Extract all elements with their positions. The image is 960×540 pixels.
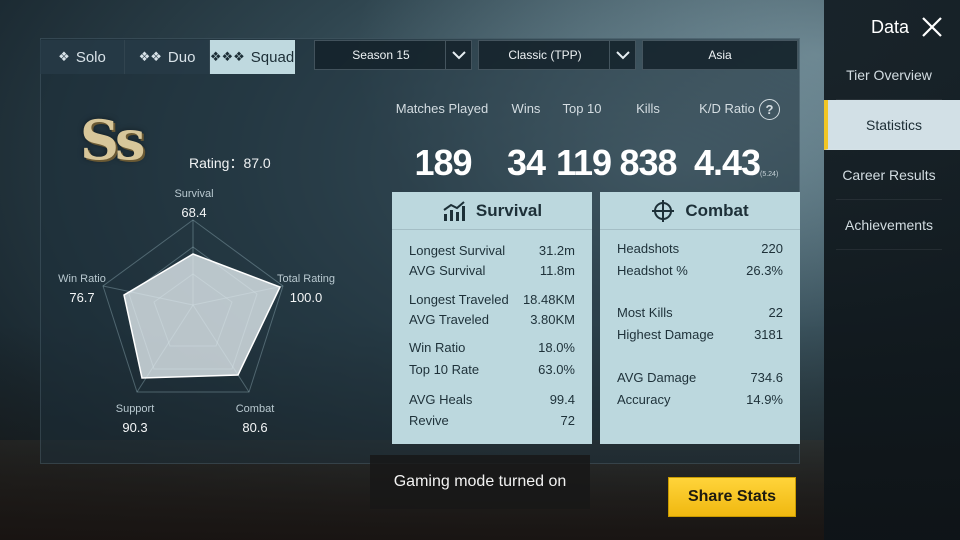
region-value: Asia xyxy=(708,48,732,62)
share-stats-button[interactable]: Share Stats xyxy=(668,477,796,517)
radar-chart: Survival 68.4 Total Rating 100.0 Combat … xyxy=(40,180,380,450)
radar-graphic xyxy=(102,219,284,393)
crosshair-icon xyxy=(652,199,675,222)
header-top10: Top 10 xyxy=(562,101,602,116)
combat-card: Combat Headshots 220 Headshot % 26.3% Most… xyxy=(600,192,800,444)
radar-label-total-rating: Total Rating xyxy=(276,273,336,285)
radar-value-combat: 80.6 xyxy=(242,420,268,435)
stat-row: Win Ratio 18.0% xyxy=(409,339,575,355)
stat-row: AVG Traveled 3.80KM xyxy=(409,311,575,327)
toast-message: Gaming mode turned on xyxy=(370,455,590,509)
region-dropdown[interactable]: Asia xyxy=(642,40,798,70)
mode-tabs: ❖ Solo ❖❖ Duo ❖❖❖ Squad xyxy=(40,40,295,74)
sidebar-item-tier-overview[interactable]: Tier Overview xyxy=(836,50,942,100)
stat-row: Longest Survival 31.2m xyxy=(409,242,575,258)
rating-text: Rating：87.0 xyxy=(189,155,271,171)
radar-shape xyxy=(123,253,282,379)
stat-row: Accuracy 14.9% xyxy=(617,391,783,407)
value-top10: 119 xyxy=(556,142,612,183)
sidebar-item-achievements[interactable]: Achievements xyxy=(836,200,942,250)
header-matches-played: Matches Played xyxy=(395,101,489,116)
value-matches-played: 189 xyxy=(414,142,472,183)
combat-title-text: Combat xyxy=(685,200,749,220)
sidebar-item-career-results[interactable]: Career Results xyxy=(836,150,942,200)
stat-row: Revive 72 xyxy=(409,412,575,428)
kd-sub-value: (5.24) xyxy=(760,171,779,178)
value-wins: 34 xyxy=(506,142,546,183)
squad-icon: ❖❖❖ xyxy=(209,49,245,64)
combat-card-title: Combat xyxy=(600,192,800,230)
radar-label-win-ratio: Win Ratio xyxy=(58,273,106,285)
tab-label: Squad xyxy=(250,48,295,66)
duo-icon: ❖❖ xyxy=(138,49,162,64)
sidebar-title: Data xyxy=(871,17,910,37)
tier-badge: Ss xyxy=(80,108,145,172)
tab-label: Duo xyxy=(167,48,196,66)
survival-card: Survival Longest Survival 31.2m AVG Survi… xyxy=(392,192,592,444)
stat-row: AVG Heals 99.4 xyxy=(409,391,575,407)
header-kills: Kills xyxy=(636,101,660,116)
chevron-down-icon xyxy=(445,41,471,69)
radar-label-survival: Survival xyxy=(174,188,214,200)
survival-title-text: Survival xyxy=(475,200,543,220)
tab-squad[interactable]: ❖❖❖ Squad xyxy=(210,40,295,74)
header-wins: Wins xyxy=(511,101,541,116)
stat-row: Highest Damage 3181 xyxy=(617,326,783,342)
radar-value-win-ratio: 76.7 xyxy=(69,290,95,305)
stat-row: Headshots 220 xyxy=(617,240,783,256)
value-kd-ratio: 4.43 xyxy=(693,142,761,183)
tab-duo[interactable]: ❖❖ Duo xyxy=(125,40,210,74)
tab-solo[interactable]: ❖ Solo xyxy=(40,40,125,74)
stat-row: Longest Traveled 18.48KM xyxy=(409,291,575,307)
help-icon[interactable]: ? xyxy=(759,99,780,120)
header-kd-ratio: K/D Ratio xyxy=(699,101,755,116)
chart-icon xyxy=(443,200,465,221)
radar-label-combat: Combat xyxy=(235,403,275,415)
radar-label-support: Support xyxy=(115,403,155,415)
season-dropdown[interactable]: Season 15 xyxy=(314,40,472,70)
radar-value-support: 90.3 xyxy=(122,420,148,435)
mode-value: Classic (TPP) xyxy=(508,48,582,62)
solo-icon: ❖ xyxy=(58,49,70,64)
value-kills: 838 xyxy=(619,142,677,183)
season-value: Season 15 xyxy=(352,48,410,62)
stat-row: AVG Damage 734.6 xyxy=(617,369,783,385)
mode-dropdown[interactable]: Classic (TPP) xyxy=(478,40,636,70)
stat-row: AVG Survival 11.8m xyxy=(409,262,575,278)
stat-row: Top 10 Rate 63.0% xyxy=(409,361,575,377)
survival-card-title: Survival xyxy=(392,192,592,230)
stat-row: Headshot % 26.3% xyxy=(617,262,783,278)
tab-label: Solo xyxy=(75,48,106,66)
stat-row: Most Kills 22 xyxy=(617,304,783,320)
chevron-down-icon xyxy=(609,41,635,69)
radar-value-survival: 68.4 xyxy=(181,205,207,220)
radar-value-total-rating: 100.0 xyxy=(289,290,323,305)
close-icon[interactable] xyxy=(920,15,944,39)
sidebar-item-statistics[interactable]: Statistics xyxy=(824,100,960,150)
